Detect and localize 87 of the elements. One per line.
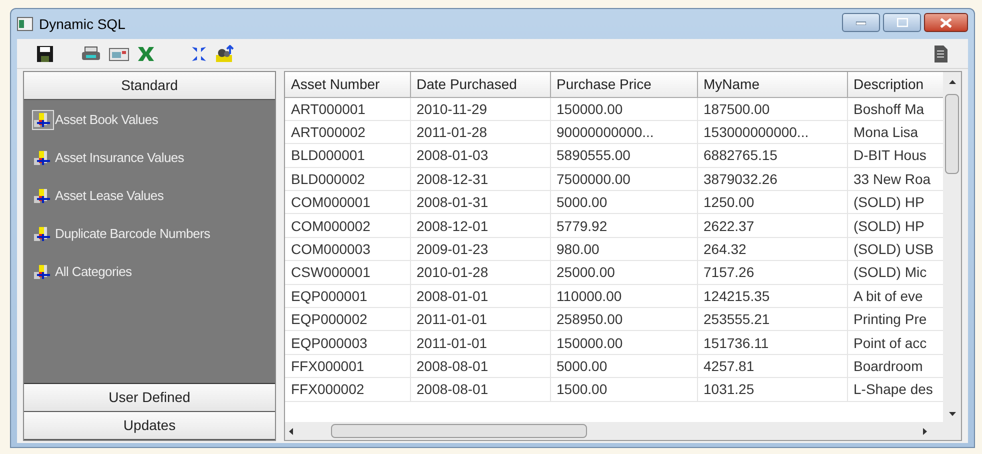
report-item[interactable]: Asset Lease Values	[32, 184, 267, 208]
table-cell: 110000.00	[550, 284, 697, 308]
close-icon	[940, 18, 952, 28]
spreadsheet-icon[interactable]	[137, 46, 155, 62]
table-cell: FFX000002	[285, 378, 410, 402]
table-cell: 2011-01-28	[410, 120, 550, 144]
table-cell: COM000002	[285, 214, 410, 238]
table-cell: 980.00	[550, 237, 697, 261]
table-cell: BLD000001	[285, 144, 410, 168]
table-cell: 187500.00	[697, 97, 847, 120]
table-cell: 153000000000...	[697, 120, 847, 144]
table-cell: EQP000003	[285, 330, 410, 354]
table-cell: 264.32	[697, 237, 847, 261]
table-cell: 6882765.15	[697, 144, 847, 168]
table-cell: 7500000.00	[550, 167, 697, 191]
vertical-scrollbar[interactable]	[943, 72, 961, 422]
column-header[interactable]: MyName	[697, 72, 847, 97]
section-header-button[interactable]: Standard	[24, 72, 275, 100]
table-cell: 151736.11	[697, 330, 847, 354]
window-title: Dynamic SQL	[39, 14, 126, 34]
table-cell: 150000.00	[550, 97, 697, 120]
table-cell: 1500.00	[550, 378, 697, 402]
minimize-button[interactable]	[842, 13, 880, 32]
section-header-button[interactable]: Updates	[24, 412, 275, 440]
table-cell: 150000.00	[550, 330, 697, 354]
table-cell: 2008-01-01	[410, 284, 550, 308]
table-cell: ART000001	[285, 97, 410, 120]
scrollbar-thumb[interactable]	[331, 424, 587, 438]
table-cell: 5779.92	[550, 214, 697, 238]
column-header[interactable]: Purchase Price	[550, 72, 697, 97]
table-cell: 2008-12-01	[410, 214, 550, 238]
column-header[interactable]: Date Purchased	[410, 72, 550, 97]
table-cell: 3879032.26	[697, 167, 847, 191]
table-cell: 1250.00	[697, 190, 847, 214]
table-cell: 2011-01-01	[410, 330, 550, 354]
maximize-icon	[896, 18, 908, 27]
table-cell: 2008-08-01	[410, 378, 550, 402]
table-cell: EQP000001	[285, 284, 410, 308]
scroll-right-icon[interactable]	[923, 428, 927, 434]
table-cell: 90000000000...	[550, 120, 697, 144]
table-cell: 2010-01-28	[410, 260, 550, 284]
column-header[interactable]: Asset Number	[285, 72, 410, 97]
section-header-button[interactable]: User Defined	[24, 384, 275, 412]
scroll-up-icon[interactable]	[948, 80, 956, 84]
table-cell: 1031.25	[697, 378, 847, 402]
table-cell: 2010-11-29	[410, 97, 550, 120]
table-cell: 4257.81	[697, 354, 847, 378]
table-cell: 5000.00	[550, 190, 697, 214]
table-cell: BLD000002	[285, 167, 410, 191]
horizontal-scrollbar[interactable]	[285, 422, 961, 440]
scroll-left-icon[interactable]	[289, 428, 293, 434]
report-item[interactable]: All Categories	[32, 260, 267, 284]
close-button[interactable]	[924, 13, 968, 32]
maximize-button[interactable]	[883, 13, 921, 32]
scroll-down-icon[interactable]	[948, 412, 956, 416]
table-cell: COM000001	[285, 190, 410, 214]
table-cell: 25000.00	[550, 260, 697, 284]
table-cell: 2011-01-01	[410, 308, 550, 331]
report-item[interactable]: Asset Insurance Values	[32, 146, 267, 170]
document-icon[interactable]	[934, 44, 948, 62]
table-cell: 253555.21	[697, 308, 847, 331]
report-item[interactable]: Asset Book Values	[32, 108, 267, 132]
table-cell: 2622.37	[697, 214, 847, 238]
table-cell: CSW000001	[285, 260, 410, 284]
table-cell: 5000.00	[550, 354, 697, 378]
table-cell: 5890555.00	[550, 144, 697, 168]
printer-icon[interactable]	[81, 46, 101, 62]
table-cell: 2008-01-03	[410, 144, 550, 168]
table-cell: 2008-08-01	[410, 354, 550, 378]
people-upload-icon[interactable]	[215, 44, 235, 62]
scrollbar-thumb[interactable]	[945, 94, 959, 174]
app-icon	[17, 17, 33, 31]
table-cell: 2008-01-31	[410, 190, 550, 214]
table-cell: 124215.35	[697, 284, 847, 308]
column-header[interactable]: Description	[847, 72, 943, 97]
table-cell: 2009-01-23	[410, 237, 550, 261]
table-cell: 7157.26	[697, 260, 847, 284]
report-item[interactable]: Duplicate Barcode Numbers	[32, 222, 267, 246]
collapse-arrows-icon[interactable]	[191, 46, 207, 62]
table-cell: 2008-12-31	[410, 167, 550, 191]
table-cell: ART000002	[285, 120, 410, 144]
table-cell: EQP000002	[285, 308, 410, 331]
minimize-icon	[856, 20, 866, 24]
table-cell: 258950.00	[550, 308, 697, 331]
table-cell: COM000003	[285, 237, 410, 261]
table-cell: FFX000001	[285, 354, 410, 378]
image-icon[interactable]	[109, 46, 129, 62]
